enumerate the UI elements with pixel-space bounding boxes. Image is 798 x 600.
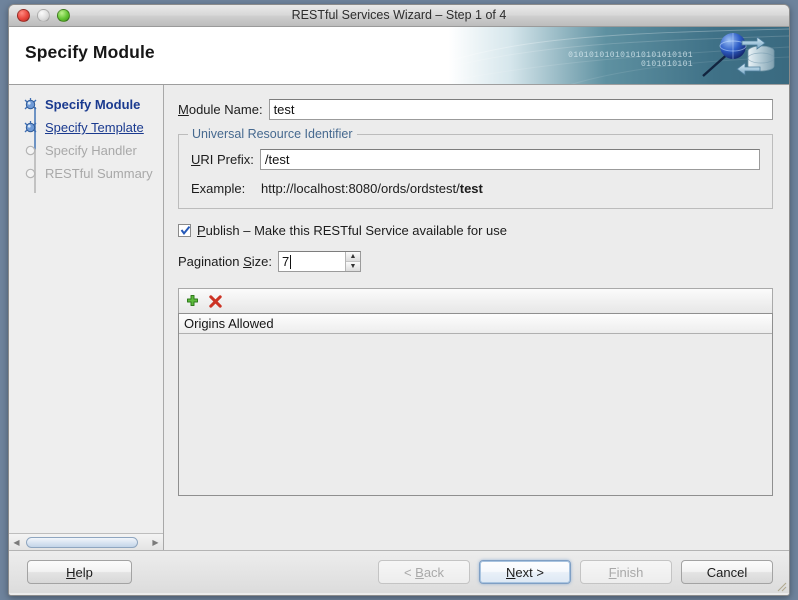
module-name-label: Module Name: — [178, 102, 263, 117]
sidebar-item-specify-module[interactable]: Specify Module — [9, 93, 163, 116]
origins-allowed-table[interactable]: Origins Allowed — [178, 313, 773, 496]
pagination-size-stepper[interactable]: 7 ▲ ▼ — [277, 251, 361, 272]
example-label: Example: — [191, 181, 246, 196]
stepper-increment-icon[interactable]: ▲ — [345, 252, 360, 261]
origins-column-header[interactable]: Origins Allowed — [179, 314, 772, 334]
page-title: Specify Module — [25, 42, 155, 62]
step-node-inactive-icon — [23, 166, 38, 181]
uri-prefix-row: URI Prefix: /test — [191, 149, 760, 170]
wizard-banner: 010101010101010101010101 0101010101 Spec… — [9, 27, 789, 85]
module-name-input[interactable]: test — [268, 99, 773, 120]
publish-label: Publish – Make this RESTful Service avai… — [197, 223, 507, 238]
window-title: RESTful Services Wizard – Step 1 of 4 — [291, 8, 507, 22]
text-caret — [290, 254, 292, 269]
remove-origin-button[interactable] — [207, 293, 224, 310]
stepper-decrement-icon[interactable]: ▼ — [345, 261, 360, 271]
back-label: < Back — [403, 564, 445, 580]
sidebar-item-restful-summary: RESTful Summary — [9, 162, 163, 185]
sidebar-item-specify-template[interactable]: Specify Template — [9, 116, 163, 139]
resize-grip-icon[interactable] — [774, 579, 787, 592]
form-panel: Module Name: test Universal Resource Ide… — [164, 85, 789, 550]
plus-icon — [187, 294, 198, 306]
step-list: Specify Module Specify Template Specify … — [9, 85, 163, 533]
sidebar-item-specify-handler: Specify Handler — [9, 139, 163, 162]
sidebar-item-label: RESTful Summary — [45, 166, 153, 181]
publish-row[interactable]: Publish – Make this RESTful Service avai… — [178, 223, 773, 238]
scrollbar-thumb[interactable] — [26, 536, 138, 548]
scrollbar-track[interactable] — [24, 535, 148, 550]
pagination-size-label: Pagination Size: — [178, 254, 272, 269]
uri-prefix-input[interactable]: /test — [259, 149, 760, 170]
sidebar-item-label: Specify Handler — [45, 143, 137, 158]
wizard-content: Specify Module Specify Template Specify … — [9, 85, 789, 550]
uri-group-legend: Universal Resource Identifier — [188, 127, 357, 141]
back-button: < Back — [378, 560, 470, 584]
delete-icon — [209, 294, 222, 308]
next-label: Next > — [506, 564, 544, 580]
example-url-prefix: http://localhost:8080/ords/ordstest/ — [261, 181, 460, 196]
next-button[interactable]: Next > — [479, 560, 571, 584]
stepper-buttons: ▲ ▼ — [344, 252, 360, 271]
example-url: http://localhost:8080/ords/ordstest/test — [261, 181, 483, 196]
origins-toolbar — [178, 288, 773, 313]
example-url-bold: test — [459, 181, 483, 196]
pagination-size-value: 7 — [281, 254, 290, 269]
pagination-size-input[interactable]: 7 — [279, 252, 345, 271]
binary-line-2: 0101010101 — [640, 60, 693, 69]
module-name-row: Module Name: test — [178, 99, 773, 120]
scroll-left-arrow-icon[interactable]: ◀ — [9, 535, 24, 550]
banner-binary-text: 010101010101010101010101 0101010101 — [568, 51, 693, 69]
checkmark-icon — [180, 225, 191, 236]
origins-allowed-section: Origins Allowed — [178, 288, 773, 496]
example-row: Example: http://localhost:8080/ords/ords… — [191, 181, 760, 196]
finish-label: Finish — [608, 564, 644, 580]
help-label: Help — [66, 564, 93, 580]
binary-line-1: 010101010101010101010101 — [568, 51, 693, 60]
sidebar-item-label: Specify Template — [45, 120, 144, 135]
help-button[interactable]: Help — [27, 560, 132, 584]
sidebar-horizontal-scrollbar[interactable]: ◀ ▶ — [9, 533, 163, 550]
wizard-footer: Help < Back Next > Finish Cancel — [9, 550, 789, 593]
cancel-button[interactable]: Cancel — [681, 560, 773, 584]
uri-group: Universal Resource Identifier URI Prefix… — [178, 127, 773, 209]
wizard-nav-buttons: < Back Next > Finish Cancel — [378, 560, 773, 584]
step-node-active-icon — [23, 120, 38, 135]
finish-button: Finish — [580, 560, 672, 584]
step-sidebar: Specify Module Specify Template Specify … — [9, 85, 164, 550]
step-node-inactive-icon — [23, 143, 38, 158]
scroll-right-arrow-icon[interactable]: ▶ — [148, 535, 163, 550]
publish-checkbox[interactable] — [178, 224, 191, 237]
uri-prefix-label: URI Prefix: — [191, 152, 254, 167]
add-origin-button[interactable] — [184, 293, 201, 310]
origins-table-body[interactable] — [179, 334, 772, 495]
title-bar: RESTful Services Wizard – Step 1 of 4 — [9, 5, 789, 27]
wizard-window: RESTful Services Wizard – Step 1 of 4 01… — [8, 4, 790, 596]
cancel-label: Cancel — [706, 564, 748, 580]
pagination-row: Pagination Size: 7 ▲ ▼ — [178, 251, 773, 272]
sidebar-item-label: Specify Module — [45, 97, 141, 112]
step-node-active-icon — [23, 97, 38, 112]
database-sync-icon — [702, 33, 775, 77]
